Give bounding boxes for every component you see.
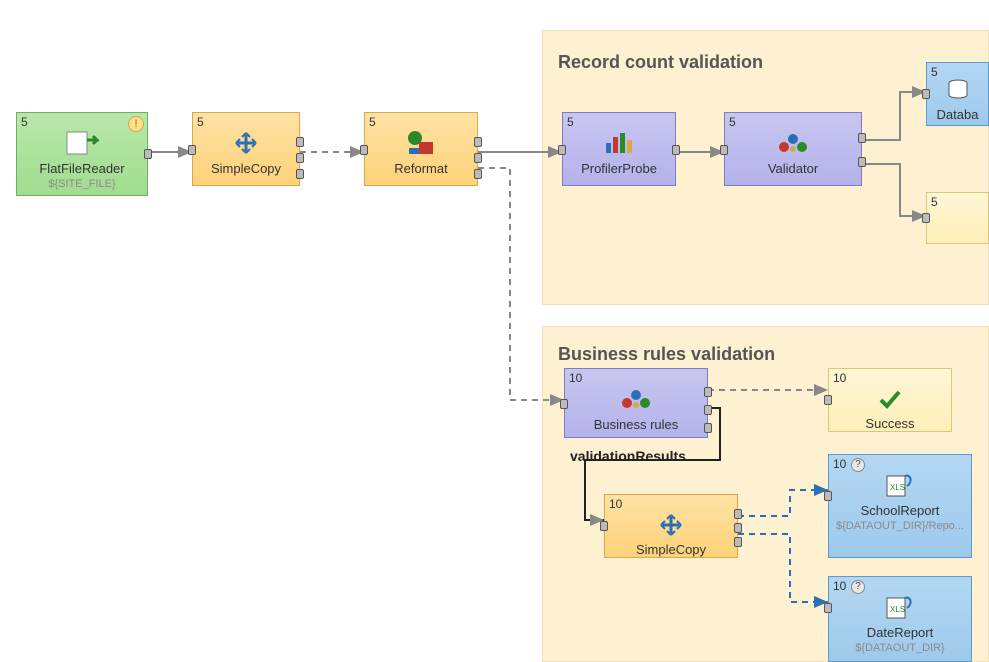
node-pale-box[interactable]: 5	[926, 192, 989, 244]
port-in[interactable]	[360, 145, 368, 155]
node-number: 5	[21, 115, 28, 129]
info-icon: ?	[851, 458, 865, 472]
port-in[interactable]	[188, 145, 196, 155]
node-number: 10	[833, 457, 846, 471]
port-in[interactable]	[824, 491, 832, 501]
node-label: SchoolReport	[861, 503, 940, 518]
node-number: 10	[609, 497, 622, 511]
warning-icon: !	[128, 116, 144, 132]
svg-text:XLS: XLS	[890, 605, 905, 614]
node-number: 5	[931, 65, 938, 79]
node-number: 10	[833, 371, 846, 385]
node-label: Databa	[937, 107, 979, 122]
node-label: DateReport	[867, 625, 933, 640]
port-in[interactable]	[824, 395, 832, 405]
node-business-rules[interactable]: 10 Business rules	[564, 368, 708, 438]
port-in[interactable]	[922, 89, 930, 99]
node-sublabel: ${DATAOUT_DIR}	[855, 642, 944, 654]
report-icon: XLS	[885, 593, 915, 621]
svg-text:XLS: XLS	[890, 483, 905, 492]
node-label: Business rules	[594, 417, 679, 432]
node-label: Reformat	[394, 161, 447, 176]
copy-icon	[232, 129, 260, 157]
node-sublabel: ${DATAOUT_DIR}/Repo...	[836, 520, 964, 532]
port-in[interactable]	[922, 213, 930, 223]
node-datereport[interactable]: 10 ? XLS DateReport ${DATAOUT_DIR}	[828, 576, 972, 662]
node-number: 10	[833, 579, 846, 593]
node-sublabel: ${SITE_FILE}	[48, 178, 115, 190]
group-business-title: Business rules validation	[558, 344, 775, 365]
node-database-top[interactable]: 5 Databa	[926, 62, 989, 126]
group-record-title: Record count validation	[558, 52, 763, 73]
port-in[interactable]	[720, 145, 728, 155]
node-flatfilereader[interactable]: 5 ! FlatFileReader ${SITE_FILE}	[16, 112, 148, 196]
node-label: SimpleCopy	[636, 542, 706, 557]
node-simplecopy-2[interactable]: 10 SimpleCopy	[604, 494, 738, 558]
database-icon	[947, 75, 969, 103]
node-number: 5	[197, 115, 204, 129]
port-out[interactable]	[704, 423, 712, 433]
node-success[interactable]: 10 Success	[828, 368, 952, 432]
node-schoolreport[interactable]: 10 ? XLS SchoolReport ${DATAOUT_DIR}/Rep…	[828, 454, 972, 558]
node-reformat[interactable]: 5 Reformat	[364, 112, 478, 186]
validator-icon	[619, 385, 653, 413]
port-out[interactable]	[858, 133, 866, 143]
flatfile-icon	[65, 129, 99, 157]
node-profilerprobe[interactable]: 5 ProfilerProbe	[562, 112, 676, 186]
node-number: 5	[729, 115, 736, 129]
port-out[interactable]	[672, 145, 680, 155]
chart-icon	[604, 129, 634, 157]
node-number: 10	[569, 371, 582, 385]
check-icon	[877, 385, 903, 412]
port-out[interactable]	[474, 137, 482, 147]
port-out[interactable]	[474, 153, 482, 163]
node-label: ProfilerProbe	[581, 161, 657, 176]
port-in[interactable]	[824, 603, 832, 613]
edge-label-validation: validationResults	[570, 448, 686, 464]
port-in[interactable]	[558, 145, 566, 155]
node-validator[interactable]: 5 Validator	[724, 112, 862, 186]
port-out[interactable]	[296, 137, 304, 147]
node-number: 5	[369, 115, 376, 129]
node-simplecopy-1[interactable]: 5 SimpleCopy	[192, 112, 300, 186]
reformat-icon	[405, 129, 437, 157]
port-out[interactable]	[144, 149, 152, 159]
node-label: FlatFileReader	[39, 161, 124, 176]
port-in[interactable]	[560, 399, 568, 409]
node-number: 5	[931, 195, 938, 209]
port-out[interactable]	[734, 509, 742, 519]
port-in[interactable]	[600, 521, 608, 531]
node-label: SimpleCopy	[211, 161, 281, 176]
validator-icon	[776, 129, 810, 157]
port-out[interactable]	[704, 387, 712, 397]
port-out[interactable]	[704, 405, 712, 415]
port-out[interactable]	[858, 157, 866, 167]
info-icon: ?	[851, 580, 865, 594]
port-out[interactable]	[734, 523, 742, 533]
port-out[interactable]	[296, 153, 304, 163]
node-label: Success	[865, 416, 914, 431]
port-out[interactable]	[296, 169, 304, 179]
node-number: 5	[567, 115, 574, 129]
port-out[interactable]	[474, 169, 482, 179]
report-icon: XLS	[885, 471, 915, 499]
copy-icon	[657, 511, 685, 538]
port-out[interactable]	[734, 537, 742, 547]
node-label: Validator	[768, 161, 818, 176]
